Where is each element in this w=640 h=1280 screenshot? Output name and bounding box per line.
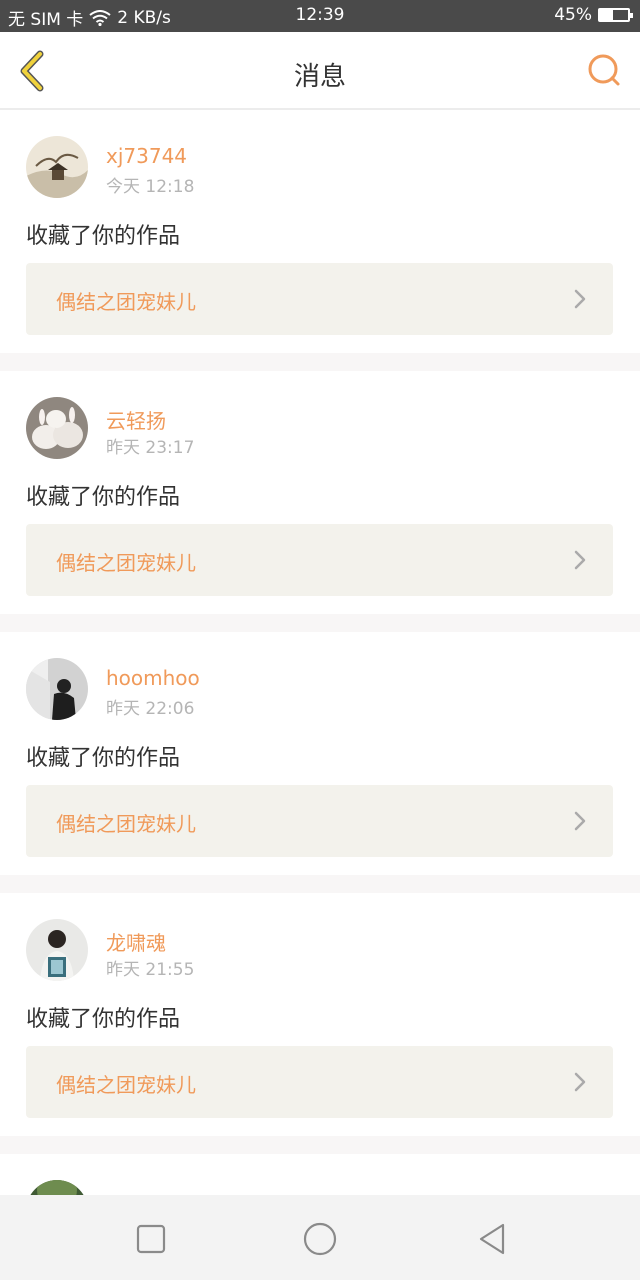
status-right: 45% [554,5,633,25]
avatar-image [26,919,88,981]
avatar-image [26,658,88,720]
chevron-right-icon [574,1072,586,1092]
message-time: 昨天 21:55 [106,960,195,980]
work-title: 偶结之团宠妹儿 [56,1073,196,1097]
avatar[interactable] [26,919,88,981]
recent-apps-icon[interactable] [131,1219,171,1259]
username[interactable]: xj73744 [106,144,187,168]
work-title: 偶结之团宠妹儿 [56,290,196,314]
avatar[interactable] [26,658,88,720]
message-action: 收藏了你的作品 [26,746,181,771]
work-title: 偶结之团宠妹儿 [56,812,196,836]
message-time: 昨天 22:06 [106,699,195,719]
avatar-image [26,136,88,198]
clock: 12:39 [295,5,345,25]
message-action: 收藏了你的作品 [26,224,181,249]
username[interactable]: 云轻扬 [106,405,166,434]
avatar[interactable] [26,136,88,198]
battery-icon [598,8,633,22]
username[interactable]: hoomhoo [106,666,200,690]
work-link[interactable]: 偶结之团宠妹儿 [26,785,613,857]
message-action: 收藏了你的作品 [26,485,181,510]
username[interactable]: 龙啸魂 [106,927,166,956]
status-bar: 无 SIM 卡 2 KB/s 12:39 45% [0,0,640,32]
work-link[interactable]: 偶结之团宠妹儿 [26,1046,613,1118]
battery-fill [600,10,613,20]
message-card: 龙啸魂 昨天 21:55 收藏了你的作品 偶结之团宠妹儿 [0,893,640,1136]
battery-percent: 45% [554,5,592,25]
avatar[interactable] [26,397,88,459]
message-time: 今天 12:18 [106,177,195,197]
message-time: 昨天 23:17 [106,438,195,458]
message-list: xj73744 今天 12:18 收藏了你的作品 偶结之团宠妹儿 云轻扬 昨天 … [0,110,640,1242]
message-action: 收藏了你的作品 [26,1007,181,1032]
message-card: xj73744 今天 12:18 收藏了你的作品 偶结之团宠妹儿 [0,110,640,353]
work-title: 偶结之团宠妹儿 [56,551,196,575]
back-triangle-icon[interactable] [472,1219,512,1259]
app-header: 消息 [0,32,640,110]
home-icon[interactable] [300,1219,340,1259]
page-title: 消息 [293,62,346,92]
search-icon[interactable] [584,50,624,92]
work-link[interactable]: 偶结之团宠妹儿 [26,524,613,596]
chevron-right-icon [574,550,586,570]
system-nav-bar [0,1195,640,1280]
chevron-right-icon [574,811,586,831]
work-link[interactable]: 偶结之团宠妹儿 [26,263,613,335]
message-card: 云轻扬 昨天 23:17 收藏了你的作品 偶结之团宠妹儿 [0,371,640,614]
avatar-image [26,397,88,459]
message-card: hoomhoo 昨天 22:06 收藏了你的作品 偶结之团宠妹儿 [0,632,640,875]
chevron-right-icon [574,289,586,309]
